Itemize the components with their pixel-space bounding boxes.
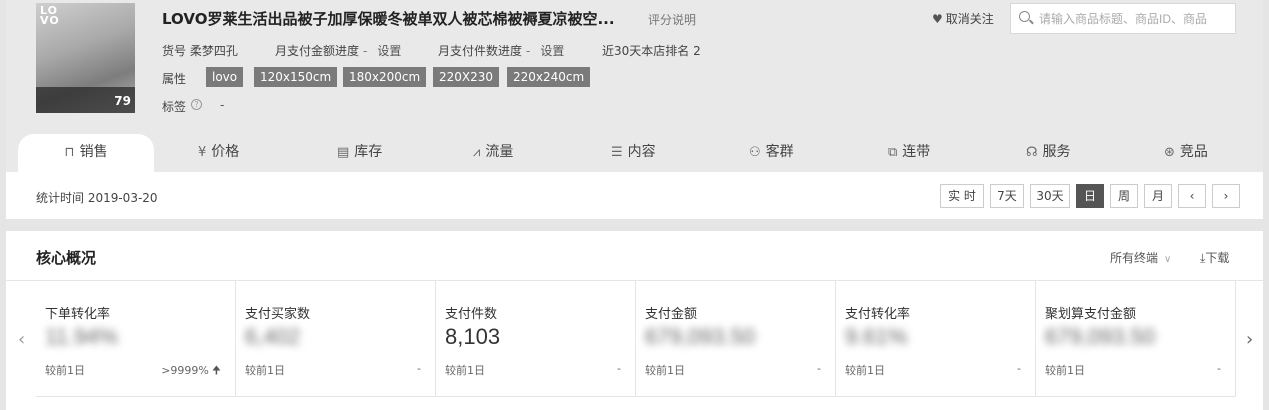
heart-icon: ♥ [932,12,943,26]
metric-change: >9999% 🠉 [161,364,221,377]
metric-label: 支付金额 [645,307,698,322]
content-icon: ☰ [611,145,623,160]
period-day-button[interactable]: 日 [1076,184,1104,208]
search-icon [1019,11,1030,22]
period-week-button[interactable]: 周 [1110,184,1138,208]
download-button[interactable]: ⤓下载 [1200,249,1229,266]
metric-card[interactable]: 聚划算支付金额 679,093.50 较前1日 - [1036,281,1236,397]
tab-content[interactable]: ☰ 内容 [611,134,656,172]
attribute-tag: 220X230 [433,67,500,87]
tab-customers[interactable]: ⚇ 客群 [749,134,794,172]
tab-related[interactable]: ⧉ 连带 [888,134,930,172]
tab-price[interactable]: ¥ 价格 [198,134,239,172]
period-month-button[interactable]: 月 [1144,184,1172,208]
metric-card[interactable]: 支付件数 8,103 较前1日 - [436,281,636,397]
attribute-tag: 120x150cm [254,67,338,87]
period-7d-button[interactable]: 7天 [990,184,1024,208]
terminal-select[interactable]: 所有终端 ∨ [1110,249,1171,266]
rating-hint-link[interactable]: 评分说明 [648,11,696,28]
item-number: 货号 柔梦四孔 [162,44,238,58]
time-bar: 统计时间 2019-03-20 实 时 7天 30天 日 周 月 ‹ › [6,172,1263,219]
attribute-tag: 220x240cm [507,67,591,87]
headset-icon: ☊ [1026,145,1038,160]
tags-value: - [220,98,225,112]
metric-label: 支付转化率 [845,307,911,322]
tab-inventory[interactable]: ▤ 库存 [337,134,382,172]
period-30d-button[interactable]: 30天 [1030,184,1070,208]
arrow-up-icon: 🠉 [211,364,221,377]
tab-sales[interactable]: ⊓ 销售 [18,134,154,172]
metric-change: - [1217,362,1221,375]
pay-count-progress: 月支付件数进度 - 设置 [438,44,565,58]
metric-change: - [817,362,821,375]
metric-compare-label: 较前1日 [845,364,885,377]
metric-card[interactable]: 下单转化率 11.94% 较前1日 >9999% 🠉 [36,281,236,397]
search-input[interactable] [1039,10,1229,28]
bag-icon: ⊓ [64,145,75,160]
attributes-label: 属性 [162,72,187,86]
metric-compare-label: 较前1日 [645,364,685,377]
metric-card[interactable]: 支付转化率 9.61% 较前1日 - [836,281,1036,397]
core-overview-title: 核心概况 [36,249,97,267]
core-overview-panel: 核心概况 所有终端 ∨ ⤓下载 ‹ 下单转化率 11.94% 较前1日 >9999… [6,231,1263,410]
metric-value: 679,093.50 [1045,324,1156,349]
product-thumbnail[interactable]: LO VO 79 [36,3,135,113]
stat-time: 统计时间 2019-03-20 [36,191,158,205]
period-realtime-button[interactable]: 实 时 [940,184,984,208]
attribute-tag: lovo [206,67,244,87]
tab-competitors[interactable]: ⊛ 竞品 [1164,134,1208,172]
question-icon[interactable]: ? [191,99,202,110]
users-icon: ⚇ [749,145,761,160]
product-title[interactable]: LOVO罗莱生活出品被子加厚保暖冬被单双人被芯棉被褥夏凉被空... [162,8,615,29]
store-rank: 近30天本店排名 2 [602,44,701,58]
search-box [1010,3,1236,34]
compete-icon: ⊛ [1164,145,1175,160]
inventory-icon: ▤ [337,145,350,160]
metric-value: 6,402 [245,324,301,349]
metric-card[interactable]: 支付买家数 6,402 较前1日 - [236,281,436,397]
metric-label: 聚划算支付金额 [1045,307,1137,322]
metric-value: 679,093.50 [645,324,756,349]
pay-amount-progress: 月支付金额进度 - 设置 [275,44,402,58]
metric-change: - [617,362,621,375]
link-icon: ⧉ [888,145,898,160]
metric-compare-label: 较前1日 [445,364,485,377]
yen-icon: ¥ [198,145,207,160]
metric-label: 支付买家数 [245,307,311,322]
carousel-next-arrow[interactable]: › [1246,329,1253,350]
pay-count-set-link[interactable]: 设置 [540,44,564,58]
tab-traffic[interactable]: ⩘ 流量 [473,134,513,172]
metric-change: - [1017,362,1021,375]
unfollow-button[interactable]: ♥ 取消关注 [932,10,994,27]
metric-change: - [417,362,421,375]
metric-card[interactable]: 支付金额 679,093.50 较前1日 - [636,281,836,397]
metric-compare-label: 较前1日 [45,364,85,377]
carousel-prev-arrow[interactable]: ‹ [18,329,25,350]
prev-period-button[interactable]: ‹ [1178,184,1206,208]
metric-label: 支付件数 [445,307,498,322]
tab-service[interactable]: ☊ 服务 [1026,134,1071,172]
metric-value: 8,103 [445,324,501,349]
tab-bar: ⊓ 销售 ¥ 价格 ▤ 库存 ⩘ 流量 ☰ 内容 ⚇ 客群 ⧉ 连带 ☊ 服务 ⊛ 竞品 [6,134,1263,172]
trend-icon: ⩘ [473,145,481,160]
brand-logo: LO VO [40,4,60,27]
next-period-button[interactable]: › [1212,184,1240,208]
metric-value: 9.61% [845,324,908,349]
chevron-down-icon: ∨ [1164,254,1172,265]
metric-compare-label: 较前1日 [245,364,285,377]
thumbnail-price-badge: 79 [114,94,131,108]
metric-value: 11.94% [45,324,118,349]
tags-label: 标签 [162,100,187,114]
metric-label: 下单转化率 [45,307,111,322]
metric-compare-label: 较前1日 [1045,364,1085,377]
attribute-tag: 180x200cm [343,67,427,87]
pay-amount-set-link[interactable]: 设置 [377,44,401,58]
